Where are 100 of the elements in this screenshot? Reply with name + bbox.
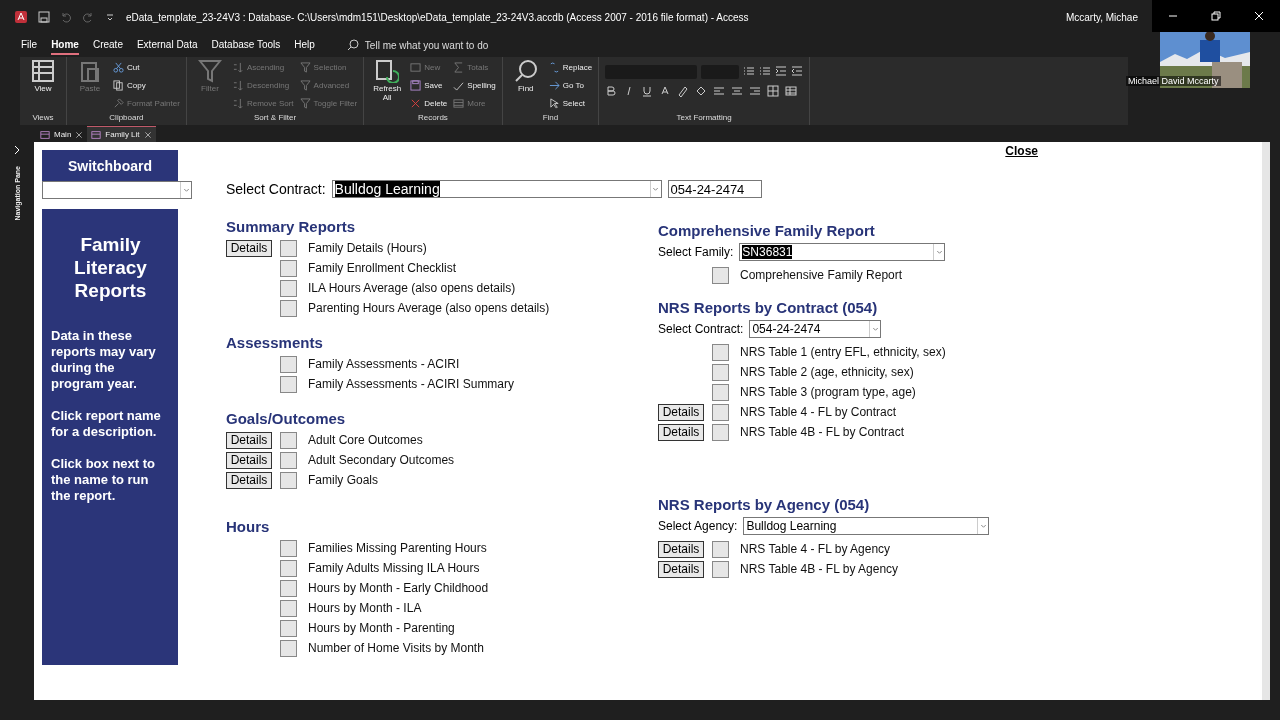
- ribbon-button[interactable]: Find: [508, 59, 543, 113]
- checkbox[interactable]: [280, 259, 297, 277]
- section-title: Comprehensive Family Report: [658, 220, 876, 241]
- document-tab[interactable]: Main: [36, 126, 88, 142]
- report-link[interactable]: Family Details (Hours): [308, 241, 427, 255]
- save-icon: [38, 11, 50, 23]
- checkbox[interactable]: [280, 619, 297, 637]
- checkbox[interactable]: [712, 363, 729, 381]
- details-button[interactable]: Details: [226, 471, 272, 489]
- details-button[interactable]: Details: [226, 451, 272, 469]
- report-link[interactable]: ILA Hours Average (also opens details): [308, 281, 516, 295]
- menu-tab[interactable]: Create: [92, 35, 123, 55]
- ribbon-button[interactable]: Cut: [113, 59, 180, 75]
- report-link[interactable]: NRS Table 4 - FL by Agency: [740, 542, 891, 556]
- report-link[interactable]: Families Missing Parenting Hours: [308, 541, 487, 555]
- menu-tab[interactable]: Help: [294, 35, 315, 55]
- ribbon-button[interactable]: Refresh All: [370, 59, 405, 113]
- report-link[interactable]: Hours by Month - Early Childhood: [308, 581, 489, 595]
- contract-dropdown[interactable]: Bulldog Learning: [331, 180, 662, 198]
- close-icon: [143, 130, 152, 139]
- report-link[interactable]: Number of Home Visits by Month: [308, 641, 484, 655]
- user-name: Mccarty, Michae: [1065, 11, 1138, 23]
- menu-tab[interactable]: File: [21, 35, 38, 55]
- menu-tab[interactable]: External Data: [136, 35, 198, 55]
- close-icon: [75, 130, 84, 139]
- checkbox[interactable]: [712, 343, 729, 361]
- close-link[interactable]: Close: [1005, 144, 1038, 158]
- select-dropdown[interactable]: 054-24-2474: [749, 320, 882, 338]
- select-dropdown[interactable]: Bulldog Learning: [743, 517, 990, 535]
- report-link[interactable]: Comprehensive Family Report: [740, 268, 903, 282]
- details-button[interactable]: Details: [658, 403, 704, 421]
- checkbox[interactable]: [280, 559, 297, 577]
- ribbon-button[interactable]: Copy: [113, 77, 180, 93]
- report-link[interactable]: Hours by Month - Parenting: [308, 621, 455, 635]
- menu-tab[interactable]: Database Tools: [211, 35, 281, 55]
- report-link[interactable]: Family Assessments - ACIRI: [308, 357, 460, 371]
- group-label: Find: [541, 113, 560, 124]
- funnel-icon: [299, 97, 311, 109]
- ribbon-button[interactable]: Replace: [548, 59, 593, 75]
- grid-icon: [31, 59, 55, 83]
- report-link[interactable]: NRS Table 4B - FL by Agency: [740, 562, 899, 576]
- checkbox[interactable]: [280, 639, 297, 657]
- report-link[interactable]: NRS Table 4B - FL by Contract: [740, 425, 905, 439]
- checkbox[interactable]: [712, 266, 729, 284]
- report-link[interactable]: Parenting Hours Average (also opens details): [308, 301, 550, 315]
- align-right-icon: [749, 85, 762, 97]
- ribbon-button[interactable]: Delete: [410, 95, 448, 111]
- document-tab[interactable]: Family Lit: [87, 126, 156, 142]
- checkbox[interactable]: [280, 539, 297, 557]
- checkbox[interactable]: [712, 403, 729, 421]
- details-button[interactable]: Details: [658, 560, 704, 578]
- checkbox[interactable]: [280, 279, 297, 297]
- section-title: Hours: [226, 516, 271, 537]
- checkbox[interactable]: [280, 375, 297, 393]
- checkbox[interactable]: [280, 599, 297, 617]
- ribbon-button[interactable]: View: [26, 59, 60, 113]
- group-label: Sort & Filter: [252, 113, 298, 124]
- checkbox[interactable]: [280, 299, 297, 317]
- checkbox[interactable]: [712, 560, 729, 578]
- report-link[interactable]: Family Enrollment Checklist: [308, 261, 457, 275]
- ribbon-button[interactable]: Save: [410, 77, 448, 93]
- contract-number-field[interactable]: 054-24-2474: [667, 180, 762, 198]
- group-label: Text Formatting: [675, 113, 733, 124]
- outdent-icon: [791, 65, 804, 77]
- menu-tab[interactable]: Home: [51, 35, 79, 55]
- section-title: NRS Reports by Agency (054): [658, 494, 871, 515]
- funnel-icon: [299, 61, 311, 73]
- copy-icon: [113, 79, 124, 91]
- ribbon-button[interactable]: Select: [548, 95, 593, 111]
- report-link[interactable]: NRS Table 4 - FL by Contract: [740, 405, 897, 419]
- report-link[interactable]: NRS Table 1 (entry EFL, ethnicity, sex): [740, 345, 946, 359]
- checkbox[interactable]: [712, 423, 729, 441]
- select-dropdown[interactable]: SN36831: [739, 243, 946, 261]
- details-button[interactable]: Details: [658, 540, 704, 558]
- report-link[interactable]: Family Goals: [308, 473, 378, 487]
- report-link[interactable]: Adult Secondary Outcomes: [308, 453, 455, 467]
- details-button[interactable]: Details: [226, 431, 272, 449]
- checkbox[interactable]: [280, 431, 297, 449]
- report-link[interactable]: Adult Core Outcomes: [308, 433, 423, 447]
- refresh-icon: [375, 59, 400, 83]
- checkbox[interactable]: [712, 383, 729, 401]
- checkbox[interactable]: [280, 451, 297, 469]
- spelling-icon: [453, 79, 465, 91]
- report-link[interactable]: Family Adults Missing ILA Hours: [308, 561, 480, 575]
- panel-text: Click report name for a description.: [51, 408, 162, 440]
- checkbox[interactable]: [280, 579, 297, 597]
- switchboard-dropdown[interactable]: [42, 181, 192, 199]
- details-button[interactable]: Details: [226, 239, 272, 257]
- report-link[interactable]: NRS Table 3 (program type, age): [740, 385, 916, 399]
- tell-me-field[interactable]: Tell me what you want to do: [364, 39, 489, 51]
- report-link[interactable]: Hours by Month - ILA: [308, 601, 422, 615]
- report-link[interactable]: Family Assessments - ACIRI Summary: [308, 377, 515, 391]
- checkbox[interactable]: [280, 239, 297, 257]
- report-link[interactable]: NRS Table 2 (age, ethnicity, sex): [740, 365, 914, 379]
- ribbon-button[interactable]: Go To: [548, 77, 593, 93]
- checkbox[interactable]: [280, 471, 297, 489]
- checkbox[interactable]: [712, 540, 729, 558]
- checkbox[interactable]: [280, 355, 297, 373]
- ribbon-button[interactable]: Spelling: [453, 77, 496, 93]
- details-button[interactable]: Details: [658, 423, 704, 441]
